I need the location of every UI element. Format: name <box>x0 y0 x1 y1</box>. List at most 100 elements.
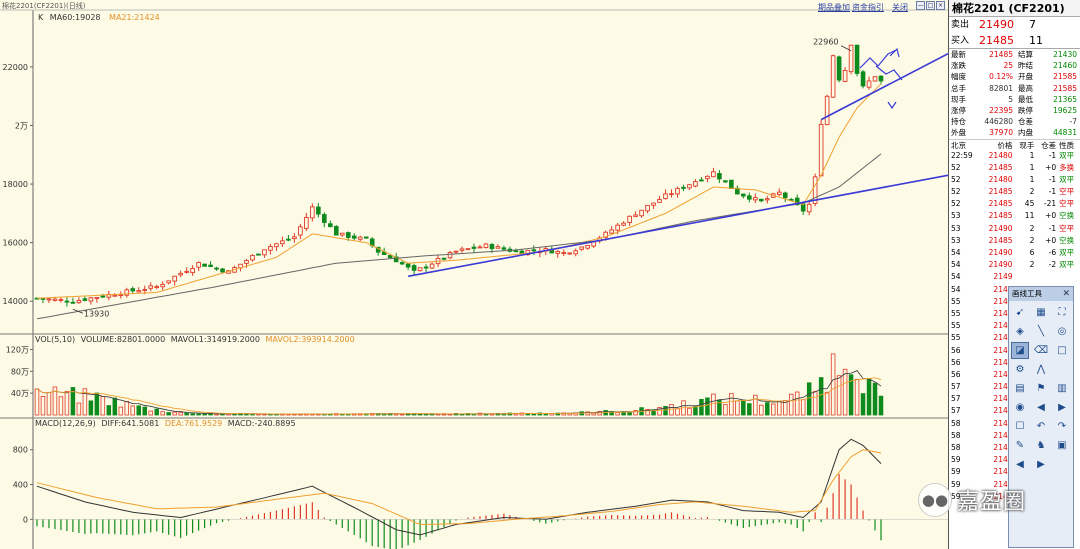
channel-icon[interactable]: ◪ <box>1011 342 1029 359</box>
tick-oi: +0 <box>1045 211 1057 221</box>
volume-bar <box>615 412 620 416</box>
candle-body <box>561 252 567 254</box>
circle-icon[interactable]: ◎ <box>1053 323 1071 340</box>
tick-row[interactable]: 22:59 21480 1 -1 双平 <box>949 150 1080 162</box>
candle-body <box>717 173 722 180</box>
tick-row[interactable]: 54 21490 6 -6 双平 <box>949 247 1080 259</box>
buy-price: 21485 <box>979 34 1014 47</box>
candle-body <box>495 246 501 249</box>
car-icon[interactable]: ▣ <box>1053 437 1071 454</box>
tick-type: 空平 <box>1059 223 1075 233</box>
eye-icon[interactable]: ◉ <box>1011 399 1029 416</box>
tick-row[interactable]: 53 21485 11 +0 空换 <box>949 210 1080 222</box>
volume-bar <box>693 406 698 416</box>
gear-icon[interactable]: ⚙ <box>1011 361 1029 378</box>
candle-body <box>693 181 698 187</box>
candle-body <box>489 244 495 250</box>
line-icon[interactable]: ╲ <box>1032 323 1050 340</box>
volume-bar <box>735 400 740 416</box>
candle-body <box>154 285 160 288</box>
tick-time: 22:59 <box>951 150 973 160</box>
link-capital[interactable]: 资金指引 <box>852 2 884 13</box>
undo-icon[interactable]: ↶ <box>1032 418 1050 435</box>
drawing-panel-title[interactable]: 画线工具 ✕ <box>1009 287 1073 301</box>
kline-chart-svg[interactable]: 14000 16000 18000 2万 22000 120万 80万 40万 800 400 0 2… <box>0 0 948 549</box>
tick-time: 57 <box>951 382 961 392</box>
low-label: 13930 <box>84 309 109 318</box>
square-icon[interactable]: ☐ <box>1011 418 1029 435</box>
tick-time: 53 <box>951 211 961 221</box>
tick-price: 21485 <box>988 235 1013 245</box>
arrow-right-icon[interactable]: ▶ <box>1053 399 1071 416</box>
candle-body <box>681 186 686 189</box>
right-triangle-icon[interactable]: ▶ <box>1032 456 1050 473</box>
minimize-button[interactable]: — <box>916 1 925 10</box>
candle-body <box>399 262 405 265</box>
close-window-button[interactable]: × <box>936 1 945 10</box>
tick-row[interactable]: 52 21485 2 -1 空平 <box>949 186 1080 198</box>
tick-row[interactable]: 52 21485 1 +0 多换 <box>949 162 1080 174</box>
sell-volume: 7 <box>1029 18 1036 31</box>
candle-body <box>687 184 692 189</box>
quote-value: 21585 <box>1053 72 1077 82</box>
quote-value: 21485 <box>989 50 1013 59</box>
quote-label: 昨结 <box>1018 61 1033 71</box>
volume-bar <box>166 412 171 416</box>
tick-row[interactable]: 53 21485 2 +0 空换 <box>949 235 1080 247</box>
candle-body <box>567 252 573 255</box>
kline-chart-area[interactable]: 14000 16000 18000 2万 22000 120万 80万 40万 800 400 0 2… <box>0 0 948 549</box>
redo-icon[interactable]: ↷ <box>1053 418 1071 435</box>
flag-icon[interactable]: ⚑ <box>1032 380 1050 397</box>
volume-bar <box>729 393 734 416</box>
tick-price: 21485 <box>988 199 1013 209</box>
tick-oi: -1 <box>1048 187 1057 197</box>
rect-icon[interactable]: □ <box>1053 342 1071 359</box>
tick-volume: 45 <box>1024 199 1035 209</box>
maximize-button[interactable]: □ <box>926 1 935 10</box>
candle-body <box>387 255 393 259</box>
quote-value: 0.12% <box>989 72 1013 82</box>
zigzag-icon[interactable]: ⋀ <box>1032 361 1050 378</box>
tick-row[interactable]: 53 21490 2 -1 空平 <box>949 223 1080 235</box>
volume-bar <box>130 405 136 416</box>
fan-icon[interactable]: ▤ <box>1011 380 1029 397</box>
link-overlay[interactable]: 期品叠加 <box>818 2 850 13</box>
candle-body <box>220 268 225 273</box>
fibonacci-icon[interactable]: ▦ <box>1032 304 1050 321</box>
quote-label: 仓差 <box>1018 117 1033 127</box>
eraser-icon[interactable]: ⌫ <box>1032 342 1050 359</box>
left-triangle-icon[interactable]: ◀ <box>1011 456 1029 473</box>
volume-bar <box>46 392 52 416</box>
tick-row[interactable]: 54 21490 2 -2 双平 <box>949 259 1080 271</box>
candle-body <box>405 263 411 268</box>
candle-body <box>345 232 351 238</box>
candle-body <box>639 209 644 217</box>
elephant-icon[interactable]: ♞ <box>1032 437 1050 454</box>
tick-row[interactable]: 54 2149 <box>949 271 1080 283</box>
candle-body <box>256 253 261 256</box>
macd-dea: DEA:761.9529 <box>164 419 223 428</box>
price-tick-label: 2万 <box>15 121 28 130</box>
candle-body <box>848 44 854 73</box>
pattern-icon[interactable]: ◈ <box>1011 323 1029 340</box>
chart-title: 棉花2201(CF2201)(日线) <box>2 2 86 10</box>
volume-tick-label: 80万 <box>11 367 29 376</box>
close-icon[interactable]: ✕ <box>1062 287 1070 301</box>
tick-price: 21480 <box>988 150 1013 160</box>
tick-row[interactable]: 52 21485 45 -21 空平 <box>949 198 1080 210</box>
pen-icon[interactable]: ✎ <box>1011 437 1029 454</box>
resize-icon[interactable]: ⛶ <box>1053 304 1071 321</box>
arrow-left-icon[interactable]: ◀ <box>1032 399 1050 416</box>
quote-label: 持仓 <box>951 117 966 127</box>
macd-tick-label: 400 <box>13 481 28 490</box>
quote-value: 21430 <box>1053 50 1077 59</box>
macd-diff: DIFF:641.5081 <box>101 419 160 428</box>
candle-body <box>645 204 650 212</box>
candle-body <box>453 250 459 253</box>
quote-title: 棉花2201 (CF2201) <box>949 0 1080 17</box>
tick-row[interactable]: 52 21480 1 -1 双平 <box>949 174 1080 186</box>
macd-dea-line <box>36 449 882 526</box>
arrow-pointer-icon[interactable]: ➹ <box>1011 304 1029 321</box>
bars-icon[interactable]: ▥ <box>1053 380 1071 397</box>
link-close[interactable]: 关闭 <box>892 2 908 13</box>
